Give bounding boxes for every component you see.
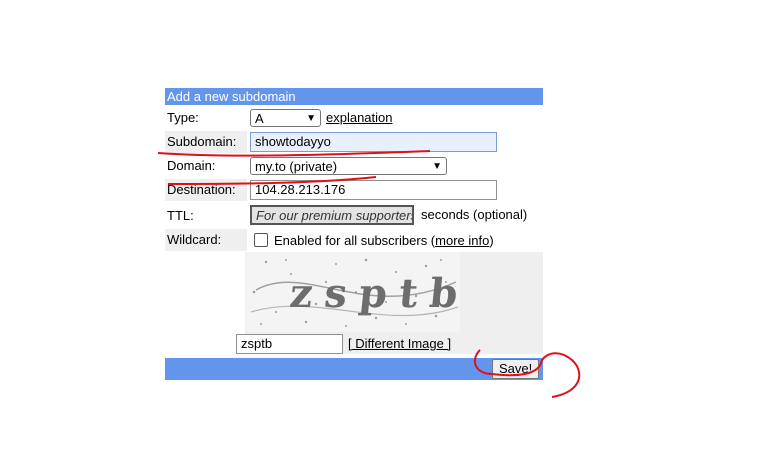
captcha-area: zsptb zsptb [ Different Image ] xyxy=(236,252,543,354)
domain-select-value: my.to (private) xyxy=(255,159,338,174)
different-image-link[interactable]: [ Different Image ] xyxy=(348,336,451,351)
destination-label: Destination: xyxy=(165,179,247,201)
type-label: Type: xyxy=(167,110,199,125)
type-row: Type: A ▼ explanation xyxy=(165,107,543,131)
ttl-input[interactable]: For our premium supporters xyxy=(250,205,414,225)
domain-select[interactable]: my.to (private) ▼ xyxy=(250,157,447,175)
footer-bar: Save! xyxy=(165,358,543,380)
ttl-placeholder: For our premium supporters xyxy=(256,208,414,223)
type-select-value: A xyxy=(255,111,264,126)
subdomain-row: Subdomain: showtodayyo xyxy=(165,131,543,155)
destination-input[interactable]: 104.28.213.176 xyxy=(250,180,497,200)
wildcard-text: Enabled for all subscribers (more info) xyxy=(274,233,494,248)
captcha-image: zsptb xyxy=(246,252,460,332)
chevron-down-icon: ▼ xyxy=(306,113,316,124)
more-info-link[interactable]: more info xyxy=(435,233,489,248)
destination-row: Destination: 104.28.213.176 xyxy=(165,179,543,203)
wildcard-text-after: ) xyxy=(489,233,494,248)
wildcard-label: Wildcard: xyxy=(165,229,247,251)
ttl-label: TTL: xyxy=(167,208,194,223)
wildcard-checkbox[interactable] xyxy=(254,233,268,247)
subdomain-label: Subdomain: xyxy=(165,131,247,153)
captcha-text: zsptb xyxy=(287,270,460,317)
explanation-link[interactable]: explanation xyxy=(326,110,393,125)
domain-row: Domain: my.to (private) ▼ xyxy=(165,155,543,179)
wildcard-row: Wildcard: Enabled for all subscribers (m… xyxy=(165,229,543,253)
save-button[interactable]: Save! xyxy=(492,359,540,379)
add-subdomain-form: Add a new subdomain Type: A ▼ explanatio… xyxy=(165,88,543,380)
form-heading: Add a new subdomain xyxy=(165,88,543,105)
subdomain-input[interactable]: showtodayyo xyxy=(250,132,497,152)
ttl-suffix: seconds (optional) xyxy=(421,207,528,222)
captcha-input[interactable]: zsptb xyxy=(236,334,343,354)
ttl-row: TTL: For our premium supporters seconds … xyxy=(165,203,543,229)
wildcard-text-before: Enabled for all subscribers ( xyxy=(274,233,436,248)
domain-label: Domain: xyxy=(167,158,216,173)
chevron-down-icon: ▼ xyxy=(432,161,442,172)
type-select[interactable]: A ▼ xyxy=(250,109,321,127)
